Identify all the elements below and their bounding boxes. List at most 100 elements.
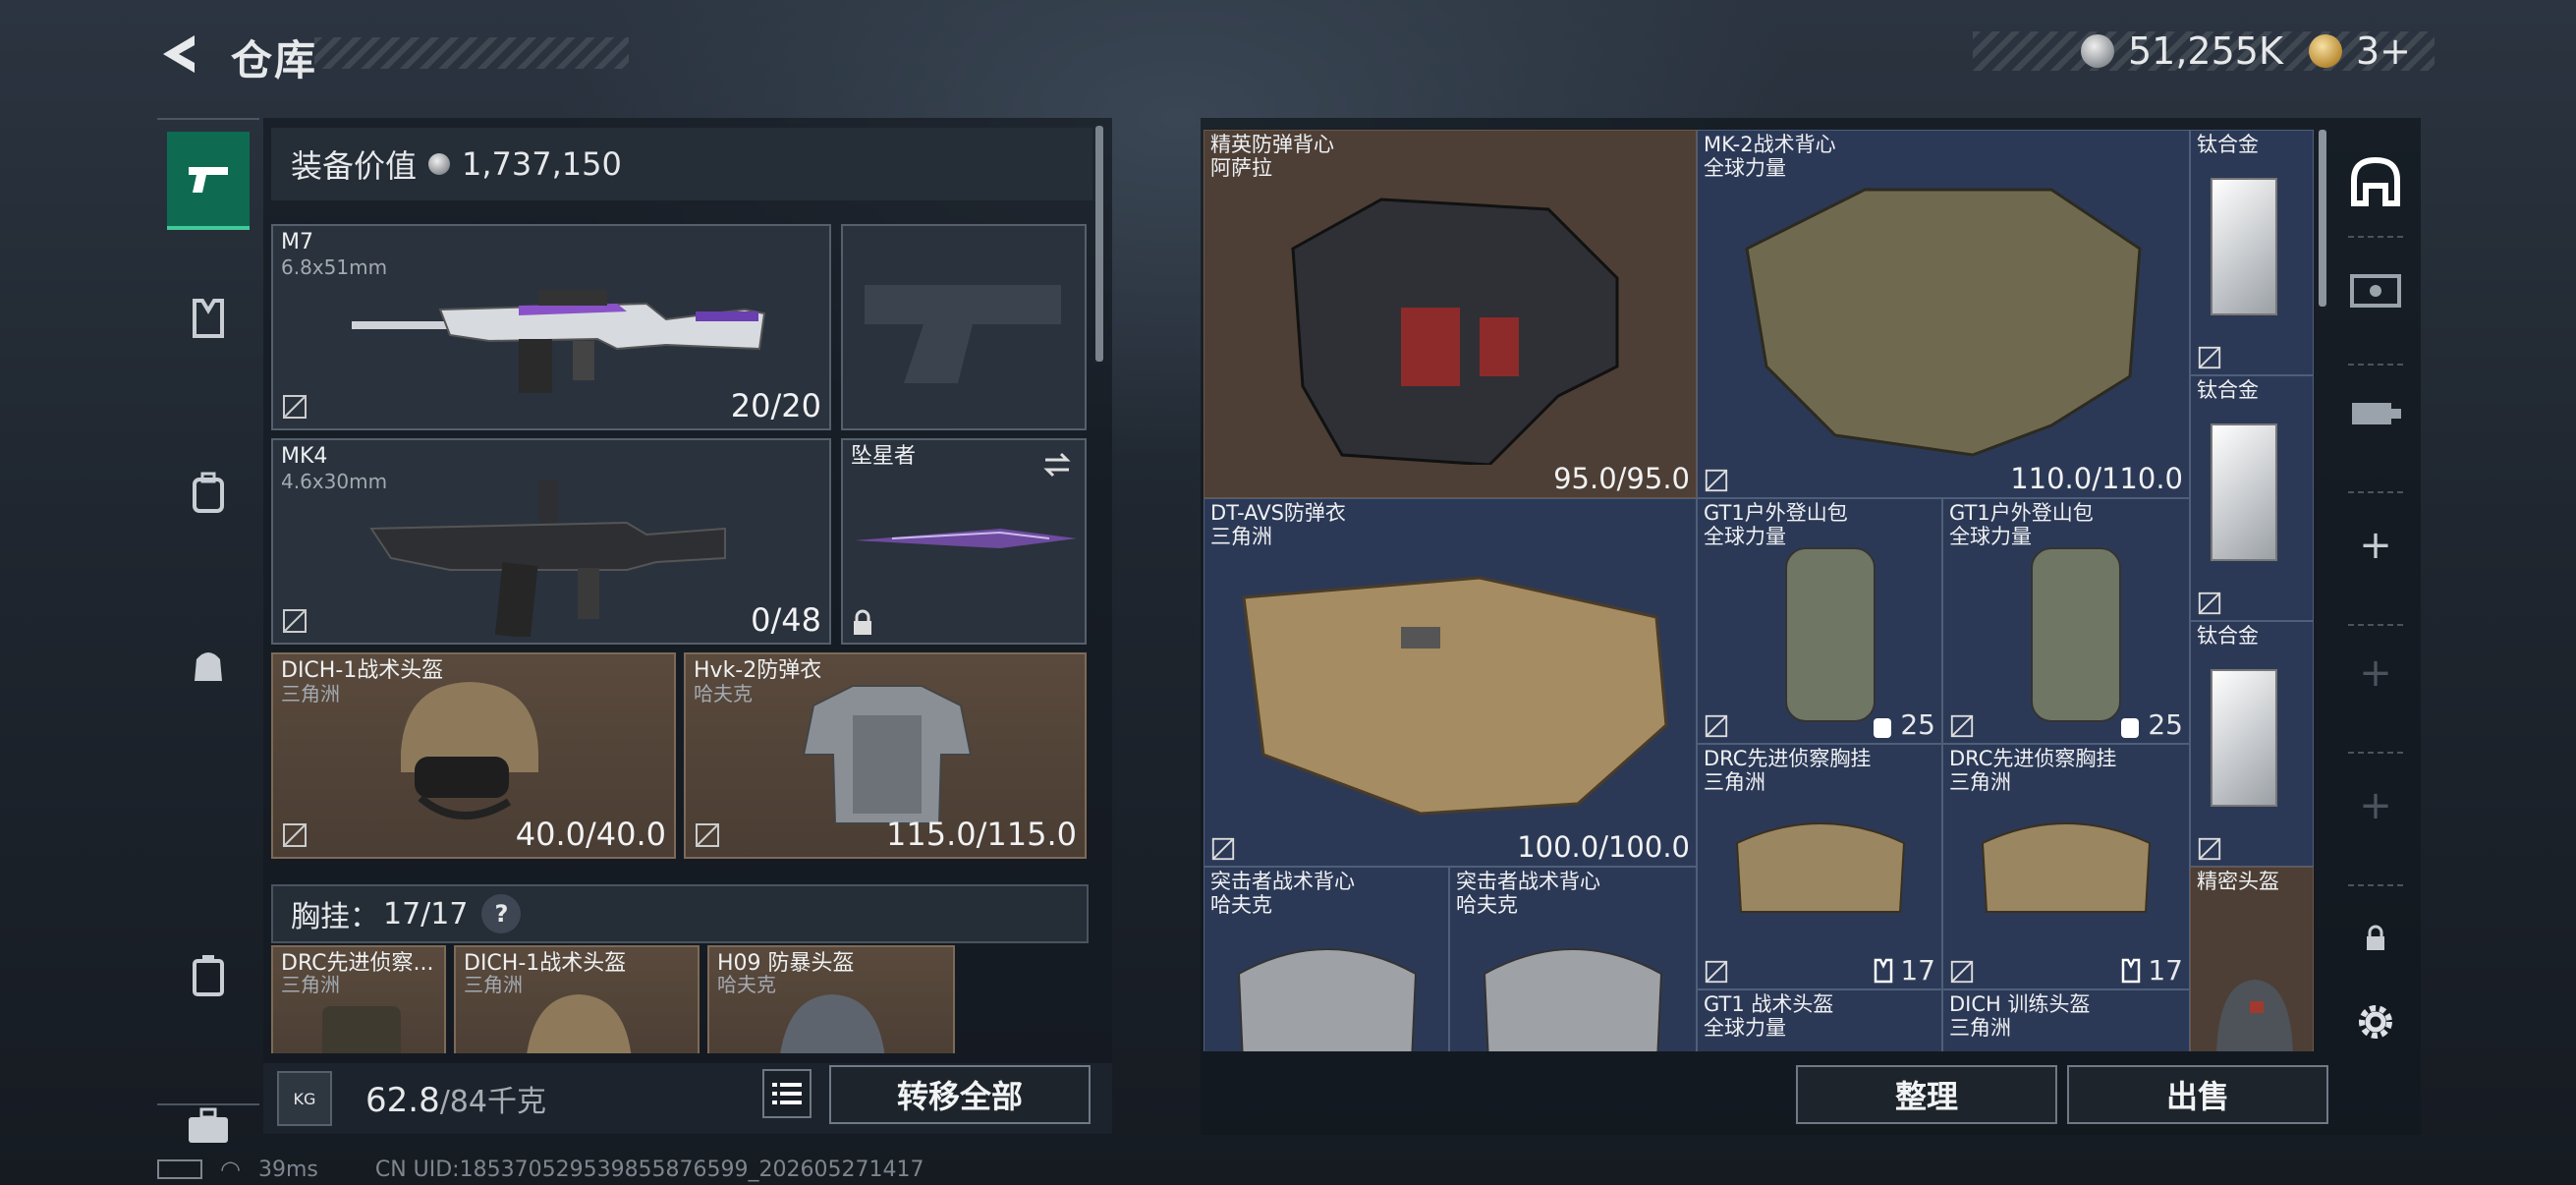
no-insure-icon xyxy=(283,395,307,419)
plus-icon[interactable]: + xyxy=(2336,762,2415,850)
sort-button[interactable]: 整理 xyxy=(1796,1065,2057,1124)
slot-faction: 三角洲 xyxy=(281,682,340,705)
chest-items-row: DRC先进侦察... 三角洲 DICH-1战术头盔 三角洲 H09 防暴头盔 哈… xyxy=(271,945,1089,1053)
right-tab-nav: + + + xyxy=(2336,138,2415,1081)
helmet-image xyxy=(2216,980,2293,1051)
item-faction: 全球力量 xyxy=(1949,525,2032,548)
chest-item[interactable]: DRC先进侦察... 三角洲 xyxy=(271,945,446,1053)
durability: 115.0/115.0 xyxy=(886,816,1077,853)
pouch-icon[interactable] xyxy=(167,616,250,714)
silver-currency[interactable]: 51,255K xyxy=(2081,29,2283,73)
helmet-slot[interactable]: DICH-1战术头盔 三角洲 40.0/40.0 xyxy=(271,652,676,859)
item-faction: 三角洲 xyxy=(1949,1016,2011,1040)
item-name: GT1户外登山包 xyxy=(1949,501,2094,525)
no-insure-icon xyxy=(2198,592,2221,615)
item-faction: 全球力量 xyxy=(1704,525,1786,548)
chest-item[interactable]: H09 防暴头盔 哈夫克 xyxy=(707,945,955,1053)
ammo-count: 20/20 xyxy=(730,387,821,424)
backpack-image xyxy=(2031,547,2121,722)
no-insure-icon xyxy=(1705,960,1728,984)
settings-icon[interactable] xyxy=(2336,978,2415,1066)
primary-weapon-slot[interactable]: M7 6.8x51mm 20/20 xyxy=(271,224,831,430)
left-category-nav xyxy=(157,118,259,1143)
chest-rig-image xyxy=(1735,822,1906,913)
slot-name: MK4 xyxy=(281,444,328,469)
user-uid: CN UID:185370529539855876599_20260527141… xyxy=(374,1157,924,1182)
transfer-all-button[interactable]: 转移全部 xyxy=(829,1065,1091,1124)
storage-item[interactable]: DT-AVS防弹衣 三角洲 100.0/100.0 xyxy=(1204,498,1697,867)
pistol-icon[interactable] xyxy=(167,132,250,230)
capacity-value: 25 xyxy=(2148,708,2183,741)
storage-item[interactable]: 突击者战术背心 哈夫克 xyxy=(1449,867,1697,1051)
no-insure-icon xyxy=(2198,837,2221,861)
storage-item[interactable]: GT1户外登山包 全球力量 25 xyxy=(1942,498,2190,744)
titanium-image xyxy=(2211,178,2277,315)
item-name: DICH 训练头盔 xyxy=(1949,992,2091,1016)
ticket-icon[interactable] xyxy=(2336,246,2415,334)
plus-icon[interactable]: + xyxy=(2336,501,2415,590)
weight-icon: KG xyxy=(277,1071,332,1126)
chest-item[interactable]: DICH-1战术头盔 三角洲 xyxy=(454,945,700,1053)
wifi-icon: ◠ xyxy=(220,1156,241,1183)
storage-item[interactable]: 钛合金 xyxy=(2190,375,2314,621)
storage-item[interactable]: 钛合金 xyxy=(2190,130,2314,375)
plus-icon[interactable]: + xyxy=(2336,629,2415,717)
value-label: 装备价值 xyxy=(291,147,418,185)
item-name: GT1 战术头盔 xyxy=(1704,992,1834,1016)
backpack-image xyxy=(1785,547,1876,722)
item-name: DRC先进侦察胸挂 xyxy=(1949,747,2117,770)
backpack-icon[interactable] xyxy=(167,444,250,542)
melee-slot[interactable]: 坠星者 xyxy=(841,438,1087,645)
storage-item[interactable]: 钛合金 xyxy=(2190,621,2314,867)
item-name: DT-AVS防弹衣 xyxy=(1210,501,1346,525)
durability: 110.0/110.0 xyxy=(2010,462,2183,495)
help-icon[interactable]: ? xyxy=(481,894,522,933)
storage-item[interactable]: DICH 训练头盔 三角洲 xyxy=(1942,989,2190,1051)
key-icon[interactable] xyxy=(2336,368,2415,457)
gold-currency[interactable]: 3+ xyxy=(2309,29,2411,73)
tab-divider xyxy=(2348,752,2403,754)
silver-coin-icon xyxy=(2081,34,2114,68)
storage-item[interactable]: 突击者战术背心 哈夫克 xyxy=(1204,867,1449,1051)
pistol-placeholder-icon xyxy=(865,285,1061,383)
helmet-tab-icon[interactable] xyxy=(2336,138,2415,226)
capacity-badge: 25 xyxy=(2118,708,2183,741)
equipment-value-row: 装备价值 1,737,150 xyxy=(271,128,1092,200)
storage-item[interactable]: DRC先进侦察胸挂 三角洲 17 xyxy=(1697,744,1942,989)
ammo-count: 0/48 xyxy=(751,601,821,639)
loadout-scrollbar[interactable] xyxy=(1095,126,1103,362)
assault-vest-image xyxy=(1483,948,1663,1051)
slot-faction: 哈夫克 xyxy=(694,682,753,705)
swap-icon[interactable] xyxy=(1041,450,1073,480)
chest-label: 胸挂： xyxy=(291,900,379,934)
vest-icon[interactable] xyxy=(167,269,250,367)
knife-image xyxy=(855,529,1077,548)
item-faction: 三角洲 xyxy=(464,973,523,996)
storage-item[interactable]: DRC先进侦察胸挂 三角洲 17 xyxy=(1942,744,2190,989)
lock-icon[interactable] xyxy=(2336,894,2415,983)
storage-grid: 精英防弹背心 阿萨拉 95.0/95.0 MK-2战术背心 全球力量 110.0… xyxy=(1204,130,2314,1051)
no-insure-icon xyxy=(1705,714,1728,738)
list-view-button[interactable] xyxy=(762,1069,812,1118)
back-arrow-icon[interactable] xyxy=(155,29,204,79)
storage-item[interactable]: GT1户外登山包 全球力量 25 xyxy=(1697,498,1942,744)
lock-icon xyxy=(854,609,871,635)
storage-item[interactable]: 精英防弹背心 阿萨拉 95.0/95.0 xyxy=(1204,130,1697,498)
tab-divider xyxy=(2348,624,2403,626)
item-faction: 哈夫克 xyxy=(1210,893,1272,917)
storage-scrollbar[interactable] xyxy=(2319,130,2326,307)
no-insure-icon xyxy=(1950,714,1974,738)
storage-item[interactable]: MK-2战术背心 全球力量 110.0/110.0 xyxy=(1697,130,2190,498)
pistol-slot-empty[interactable] xyxy=(841,224,1087,430)
storage-item[interactable]: GT1 战术头盔 全球力量 xyxy=(1697,989,1942,1051)
vest-icon xyxy=(2122,958,2141,983)
weight-max: /84千克 xyxy=(439,1085,546,1119)
armor-slot[interactable]: Hvk-2防弹衣 哈夫克 115.0/115.0 xyxy=(684,652,1087,859)
item-name: 突击者战术背心 xyxy=(1210,870,1355,893)
storage-item[interactable]: 精密头盔 xyxy=(2190,867,2314,1051)
no-insure-icon xyxy=(696,823,719,847)
capacity-badge: 17 xyxy=(1873,954,1935,987)
secondary-weapon-slot[interactable]: MK4 4.6x30mm 0/48 xyxy=(271,438,831,645)
sell-button[interactable]: 出售 xyxy=(2067,1065,2328,1124)
case-icon[interactable] xyxy=(167,926,250,1024)
